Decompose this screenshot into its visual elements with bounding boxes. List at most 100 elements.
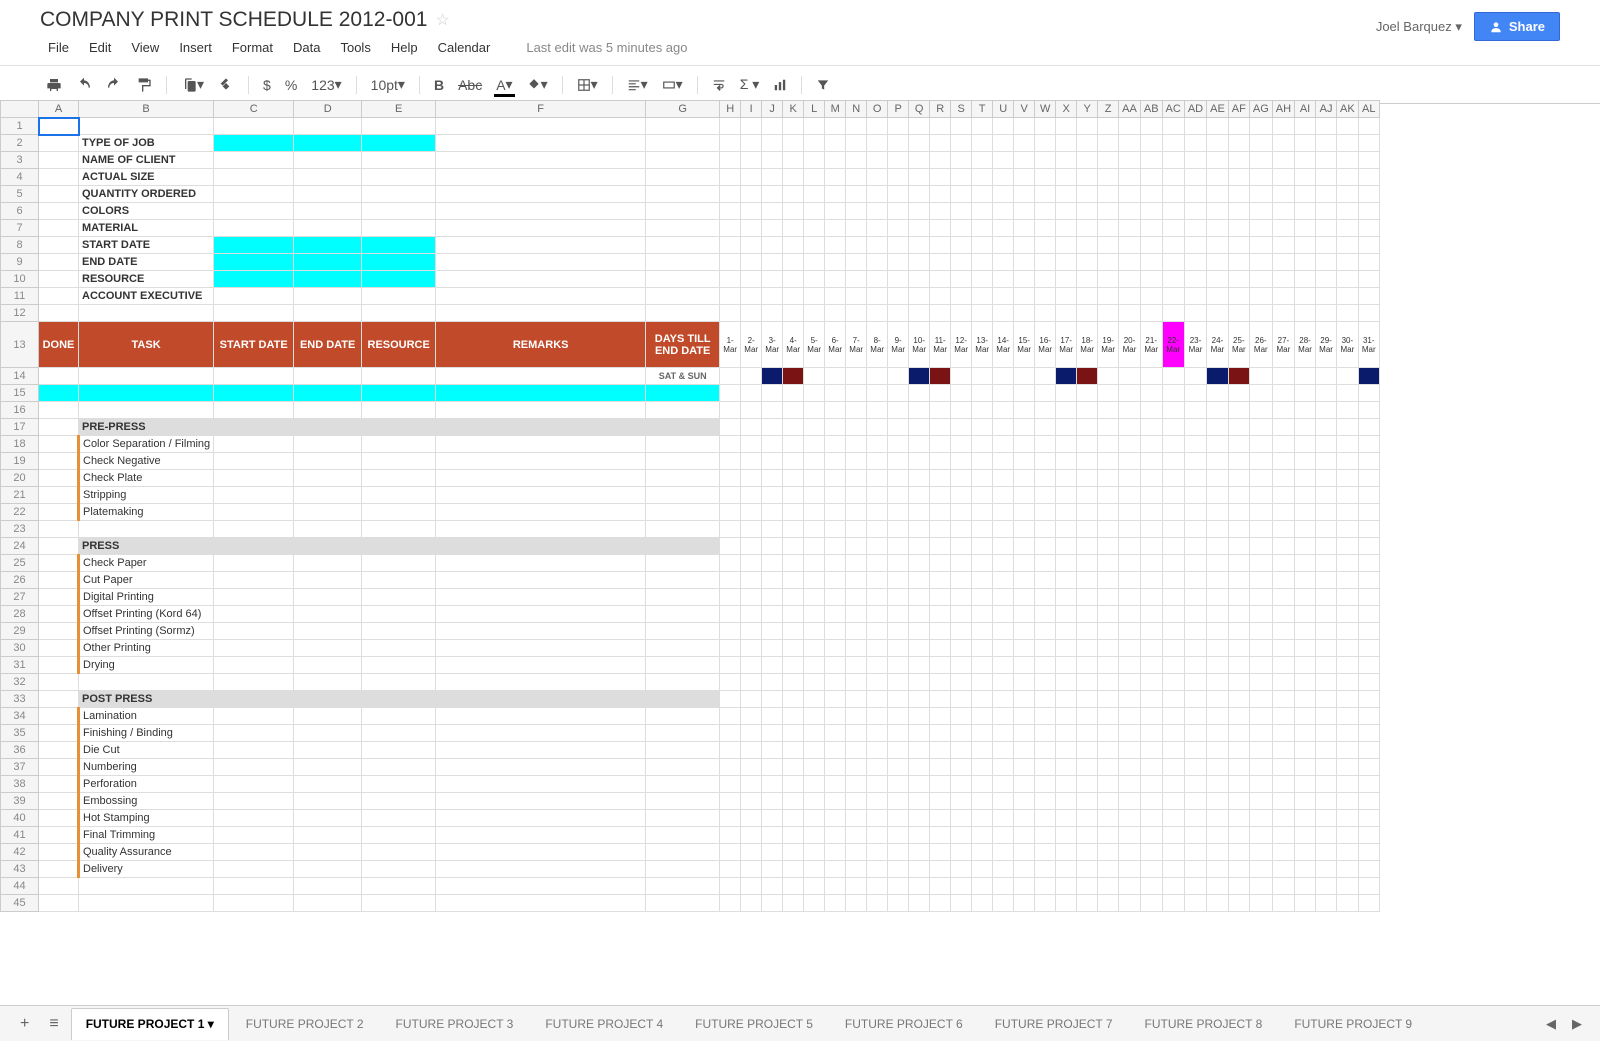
cell[interactable] <box>1358 453 1379 470</box>
cell[interactable] <box>825 521 846 538</box>
cell[interactable] <box>646 152 720 169</box>
cell[interactable] <box>1295 776 1316 793</box>
cell[interactable] <box>972 708 993 725</box>
cell[interactable] <box>741 453 762 470</box>
cell[interactable] <box>888 538 909 555</box>
cell[interactable] <box>762 453 783 470</box>
row-header-19[interactable]: 19 <box>1 453 39 470</box>
cell[interactable] <box>888 271 909 288</box>
cell[interactable] <box>951 538 972 555</box>
cell[interactable] <box>294 623 362 640</box>
cell[interactable] <box>867 169 888 186</box>
cell[interactable] <box>741 759 762 776</box>
cell[interactable] <box>39 623 79 640</box>
cell[interactable] <box>804 203 825 220</box>
cell[interactable] <box>888 555 909 572</box>
cell[interactable] <box>762 861 783 878</box>
cell[interactable] <box>1207 555 1229 572</box>
cell[interactable] <box>1056 237 1077 254</box>
cell[interactable] <box>214 589 294 606</box>
cell[interactable] <box>783 674 804 691</box>
cell[interactable] <box>436 135 646 152</box>
cell[interactable] <box>741 186 762 203</box>
cell[interactable] <box>825 844 846 861</box>
cell[interactable] <box>804 759 825 776</box>
cell[interactable] <box>888 385 909 402</box>
cell[interactable] <box>888 118 909 135</box>
cell[interactable] <box>646 895 720 912</box>
cell[interactable] <box>1056 895 1077 912</box>
document-title[interactable]: COMPANY PRINT SCHEDULE 2012-001 ☆ <box>40 8 1376 32</box>
cell[interactable] <box>930 895 951 912</box>
cell[interactable] <box>39 254 79 271</box>
cell[interactable] <box>762 606 783 623</box>
cell[interactable] <box>1207 135 1229 152</box>
cell[interactable] <box>762 288 783 305</box>
cell[interactable] <box>951 810 972 827</box>
cell[interactable] <box>993 555 1014 572</box>
schedule-header[interactable]: RESOURCE <box>362 322 436 368</box>
cell[interactable] <box>1337 827 1359 844</box>
sheet-tab[interactable]: FUTURE PROJECT 1 ▾ <box>71 1008 229 1040</box>
cell[interactable] <box>1119 271 1141 288</box>
cell[interactable] <box>993 305 1014 322</box>
cell[interactable] <box>951 186 972 203</box>
cell[interactable] <box>825 640 846 657</box>
cell[interactable] <box>1295 419 1316 436</box>
cell[interactable] <box>1184 606 1206 623</box>
cell[interactable] <box>79 878 214 895</box>
cell[interactable] <box>1140 776 1162 793</box>
date-header[interactable]: 22-Mar <box>1162 322 1184 368</box>
row-header-42[interactable]: 42 <box>1 844 39 861</box>
row-header-11[interactable]: 11 <box>1 288 39 305</box>
cell[interactable] <box>294 776 362 793</box>
cell[interactable] <box>646 521 720 538</box>
cell[interactable] <box>214 657 294 674</box>
cell[interactable] <box>930 810 951 827</box>
cell[interactable] <box>762 368 783 385</box>
cell[interactable] <box>783 271 804 288</box>
menu-help[interactable]: Help <box>383 36 426 59</box>
cell[interactable] <box>804 606 825 623</box>
cell[interactable] <box>1272 844 1294 861</box>
cell[interactable] <box>1184 793 1206 810</box>
cell[interactable] <box>214 368 294 385</box>
cell[interactable] <box>39 118 79 135</box>
column-header-L[interactable]: L <box>804 101 825 118</box>
cell[interactable] <box>39 725 79 742</box>
cell[interactable] <box>804 657 825 674</box>
cell[interactable] <box>1228 220 1249 237</box>
row-header-41[interactable]: 41 <box>1 827 39 844</box>
cell[interactable] <box>646 793 720 810</box>
cell[interactable] <box>1119 691 1141 708</box>
date-header[interactable]: 16-Mar <box>1035 322 1056 368</box>
cell[interactable] <box>1035 759 1056 776</box>
cell[interactable] <box>762 220 783 237</box>
cell[interactable] <box>1316 759 1337 776</box>
cell[interactable] <box>783 623 804 640</box>
cell[interactable] <box>783 742 804 759</box>
cell[interactable] <box>1184 895 1206 912</box>
cell[interactable] <box>825 152 846 169</box>
cell[interactable] <box>1140 271 1162 288</box>
menu-format[interactable]: Format <box>224 36 281 59</box>
cell[interactable] <box>294 368 362 385</box>
cell[interactable] <box>1358 419 1379 436</box>
cell[interactable] <box>1056 487 1077 504</box>
cell[interactable] <box>846 521 867 538</box>
cell[interactable] <box>825 254 846 271</box>
cell[interactable] <box>1272 623 1294 640</box>
cell[interactable] <box>1295 759 1316 776</box>
cell[interactable] <box>846 759 867 776</box>
cell[interactable] <box>1140 152 1162 169</box>
row-header-15[interactable]: 15 <box>1 385 39 402</box>
cell[interactable] <box>1207 878 1229 895</box>
cell[interactable] <box>1140 691 1162 708</box>
cell[interactable] <box>888 623 909 640</box>
cell[interactable] <box>1035 470 1056 487</box>
cell[interactable] <box>867 504 888 521</box>
cell[interactable] <box>930 288 951 305</box>
cell[interactable] <box>646 385 720 402</box>
cell[interactable] <box>1228 657 1249 674</box>
column-header-R[interactable]: R <box>930 101 951 118</box>
